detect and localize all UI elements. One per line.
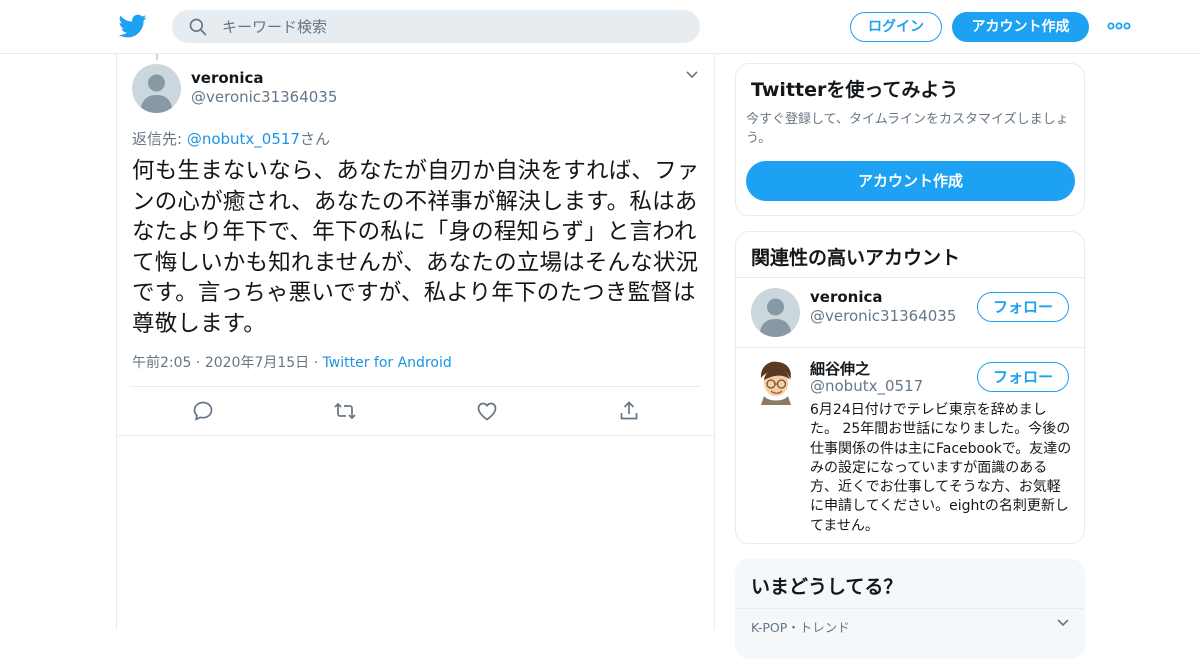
chevron-down-icon[interactable] <box>1056 618 1070 628</box>
top-bar: ログイン アカウント作成 <box>0 0 1200 54</box>
follow-button[interactable]: フォロー <box>977 292 1069 322</box>
tweet-author-handle[interactable]: @veronic31364035 <box>191 88 337 106</box>
default-avatar-icon <box>759 298 792 337</box>
default-avatar-icon <box>140 74 173 113</box>
replying-prefix: 返信先: <box>132 130 187 148</box>
divider <box>736 347 1084 348</box>
meta-separator: · <box>309 355 323 371</box>
tweet-author-name[interactable]: veronica <box>191 69 264 87</box>
avatar[interactable] <box>751 288 800 337</box>
tweet-source-link[interactable]: Twitter for Android <box>323 355 452 371</box>
meta-separator: · <box>191 355 205 371</box>
tweet-actions <box>117 399 716 423</box>
signup-button[interactable]: アカウント作成 <box>952 12 1089 42</box>
search-icon <box>189 18 207 36</box>
avatar[interactable] <box>132 64 181 113</box>
divider <box>117 435 714 436</box>
chevron-down-icon[interactable] <box>685 70 699 80</box>
related-accounts-title: 関連性の高いアカウント <box>751 247 961 269</box>
replying-mention-link[interactable]: @nobutx_0517 <box>187 130 300 148</box>
retweet-icon[interactable] <box>333 399 357 423</box>
divider <box>130 386 700 387</box>
account-handle[interactable]: @veronic31364035 <box>810 307 956 325</box>
signup-card: Twitterを使ってみよう 今すぐ登録して、タイムラインをカスタマイズしましょ… <box>735 63 1085 216</box>
cartoon-avatar[interactable] <box>751 356 800 405</box>
related-accounts-card: 関連性の高いアカウント veronica @veronic31364035 フォ… <box>735 231 1085 544</box>
reply-icon[interactable] <box>191 399 215 423</box>
search-input[interactable] <box>222 10 682 43</box>
trends-card: いまどうしてる？ K-POP・トレンド <box>735 559 1085 659</box>
account-name[interactable]: veronica <box>810 288 883 306</box>
login-button[interactable]: ログイン <box>850 12 942 42</box>
tweet-meta: 午前2:05 · 2020年7月15日 · Twitter for Androi… <box>132 352 452 372</box>
tweet-time[interactable]: 午前2:05 <box>132 355 191 371</box>
account-bio: 6月24日付けでテレビ東京を辞めました。 25年間お世話になりました。今後の仕事… <box>810 402 1072 534</box>
follow-button[interactable]: フォロー <box>977 362 1069 392</box>
replying-to: 返信先: @nobutx_0517さん <box>132 128 330 149</box>
divider <box>736 608 1084 609</box>
tweet-text: 何も生まないなら、あなたが自刃か自決をすれば、ファンの心が癒され、あなたの不祥事… <box>132 158 700 337</box>
trend-context[interactable]: K-POP・トレンド <box>751 617 850 636</box>
tweet-column: veronica @veronic31364035 返信先: @nobutx_0… <box>116 54 715 630</box>
tweet-date[interactable]: 2020年7月15日 <box>205 355 309 371</box>
divider <box>736 277 1084 278</box>
search-bar <box>172 10 700 43</box>
account-handle[interactable]: @nobutx_0517 <box>810 377 923 395</box>
thread-connector <box>156 54 158 60</box>
trends-title: いまどうしてる？ <box>751 576 903 598</box>
twitter-bird-icon[interactable] <box>118 12 148 40</box>
like-icon[interactable] <box>475 399 499 423</box>
create-account-button[interactable]: アカウント作成 <box>746 161 1075 201</box>
signup-card-title: Twitterを使ってみよう <box>751 79 959 101</box>
share-icon[interactable] <box>617 399 641 423</box>
replying-suffix: さん <box>299 130 330 148</box>
more-icon[interactable] <box>1106 16 1132 36</box>
signup-card-description: 今すぐ登録して、タイムラインをカスタマイズしましょう。 <box>746 112 1069 146</box>
account-name[interactable]: 細谷伸之 <box>810 358 870 379</box>
